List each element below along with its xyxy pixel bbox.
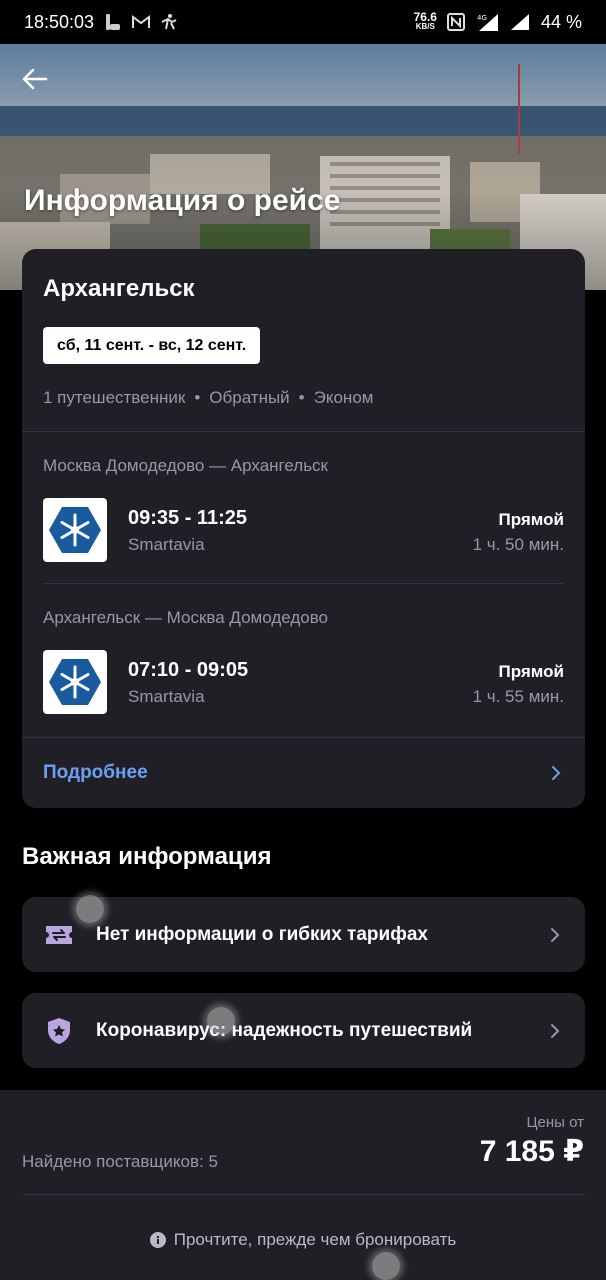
smartavia-logo-icon bbox=[49, 507, 101, 553]
system-status: 76.6 KB/S 4G 44 % bbox=[414, 11, 582, 33]
meta-separator: • bbox=[298, 388, 305, 407]
outbound-stops: Прямой bbox=[498, 510, 565, 529]
flexible-fares-item[interactable]: Нет информации о гибких тарифах bbox=[22, 897, 585, 972]
details-link-label: Подробнее bbox=[43, 762, 148, 783]
touch-indicator bbox=[372, 1252, 400, 1280]
divider bbox=[22, 431, 585, 432]
notification-app-icon bbox=[104, 13, 122, 31]
providers-count: Найдено поставщиков: 5 bbox=[22, 1152, 218, 1171]
return-airline: Smartavia bbox=[128, 687, 205, 706]
status-bar: 18:50:03 76.6 KB/S 4G 44 % bbox=[0, 0, 606, 44]
important-info-title: Важная информация bbox=[22, 843, 272, 870]
flight-info-card: Архангельск сб, 11 сент. - вс, 12 сент. … bbox=[22, 249, 585, 808]
coronavirus-item[interactable]: Коронавирус: надежность путешествий bbox=[22, 993, 585, 1068]
outbound-times: 09:35 - 11:25 bbox=[128, 507, 247, 529]
network-speed-unit: KB/S bbox=[415, 22, 435, 31]
divider bbox=[22, 1194, 585, 1195]
network-type-label: 4G bbox=[477, 14, 487, 22]
smartavia-logo-icon bbox=[49, 659, 101, 705]
return-stops: Прямой bbox=[498, 662, 565, 681]
return-route: Архангельск — Москва Домодедово bbox=[43, 608, 328, 627]
back-button[interactable] bbox=[22, 68, 54, 100]
flexible-fares-label: Нет информации о гибких тарифах bbox=[96, 923, 428, 945]
activity-app-icon bbox=[160, 13, 178, 31]
read-before-booking-link[interactable]: Прочтите, прежде чем бронировать bbox=[0, 1230, 606, 1250]
return-times: 07:10 - 09:05 bbox=[128, 659, 249, 681]
signal-4g-icon: 4G bbox=[475, 13, 499, 31]
return-duration: 1 ч. 55 мин. bbox=[472, 687, 564, 706]
page-title: Информация о рейсе bbox=[24, 184, 341, 217]
shield-star-icon bbox=[44, 1016, 74, 1046]
chevron-right-icon bbox=[547, 1023, 563, 1039]
trip-type: Обратный bbox=[209, 388, 290, 407]
airline-logo bbox=[43, 498, 107, 562]
outbound-airline: Smartavia bbox=[128, 535, 205, 554]
signal-icon bbox=[509, 13, 531, 31]
trip-meta: 1 путешественник • Обратный • Эконом bbox=[43, 388, 373, 408]
details-button[interactable]: Подробнее bbox=[22, 738, 585, 808]
destination-city: Архангельск bbox=[43, 275, 195, 302]
gmail-icon bbox=[132, 13, 151, 31]
travellers-count: 1 путешественник bbox=[43, 388, 186, 407]
info-icon bbox=[149, 1232, 166, 1248]
touch-indicator bbox=[76, 895, 104, 923]
ticket-swap-icon bbox=[44, 920, 74, 950]
price-value: 7 185 ₽ bbox=[479, 1135, 584, 1168]
outbound-duration: 1 ч. 50 мин. bbox=[472, 535, 564, 554]
network-speed: 76.6 KB/S bbox=[414, 11, 437, 32]
price-footer: Цены от 7 185 ₽ Найдено поставщиков: 5 П… bbox=[0, 1090, 606, 1280]
chevron-right-icon bbox=[548, 765, 564, 781]
outbound-route: Москва Домодедово — Архангельск bbox=[43, 456, 328, 475]
arrow-left-icon bbox=[22, 68, 48, 90]
chevron-right-icon bbox=[547, 927, 563, 943]
airline-logo bbox=[43, 650, 107, 714]
status-time: 18:50:03 bbox=[24, 11, 95, 32]
nfc-icon bbox=[446, 13, 465, 31]
prices-from-label: Цены от bbox=[526, 1114, 584, 1131]
trip-dates-chip: сб, 11 сент. - вс, 12 сент. bbox=[43, 327, 261, 364]
meta-separator: • bbox=[194, 388, 201, 407]
battery-level: 44 % bbox=[540, 11, 582, 32]
notification-icons bbox=[104, 13, 178, 31]
divider bbox=[43, 583, 564, 584]
cabin-class: Эконом bbox=[313, 388, 374, 407]
read-before-booking-label: Прочтите, прежде чем бронировать bbox=[173, 1230, 457, 1249]
touch-indicator bbox=[207, 1007, 235, 1035]
coronavirus-label: Коронавирус: надежность путешествий bbox=[96, 1019, 473, 1041]
